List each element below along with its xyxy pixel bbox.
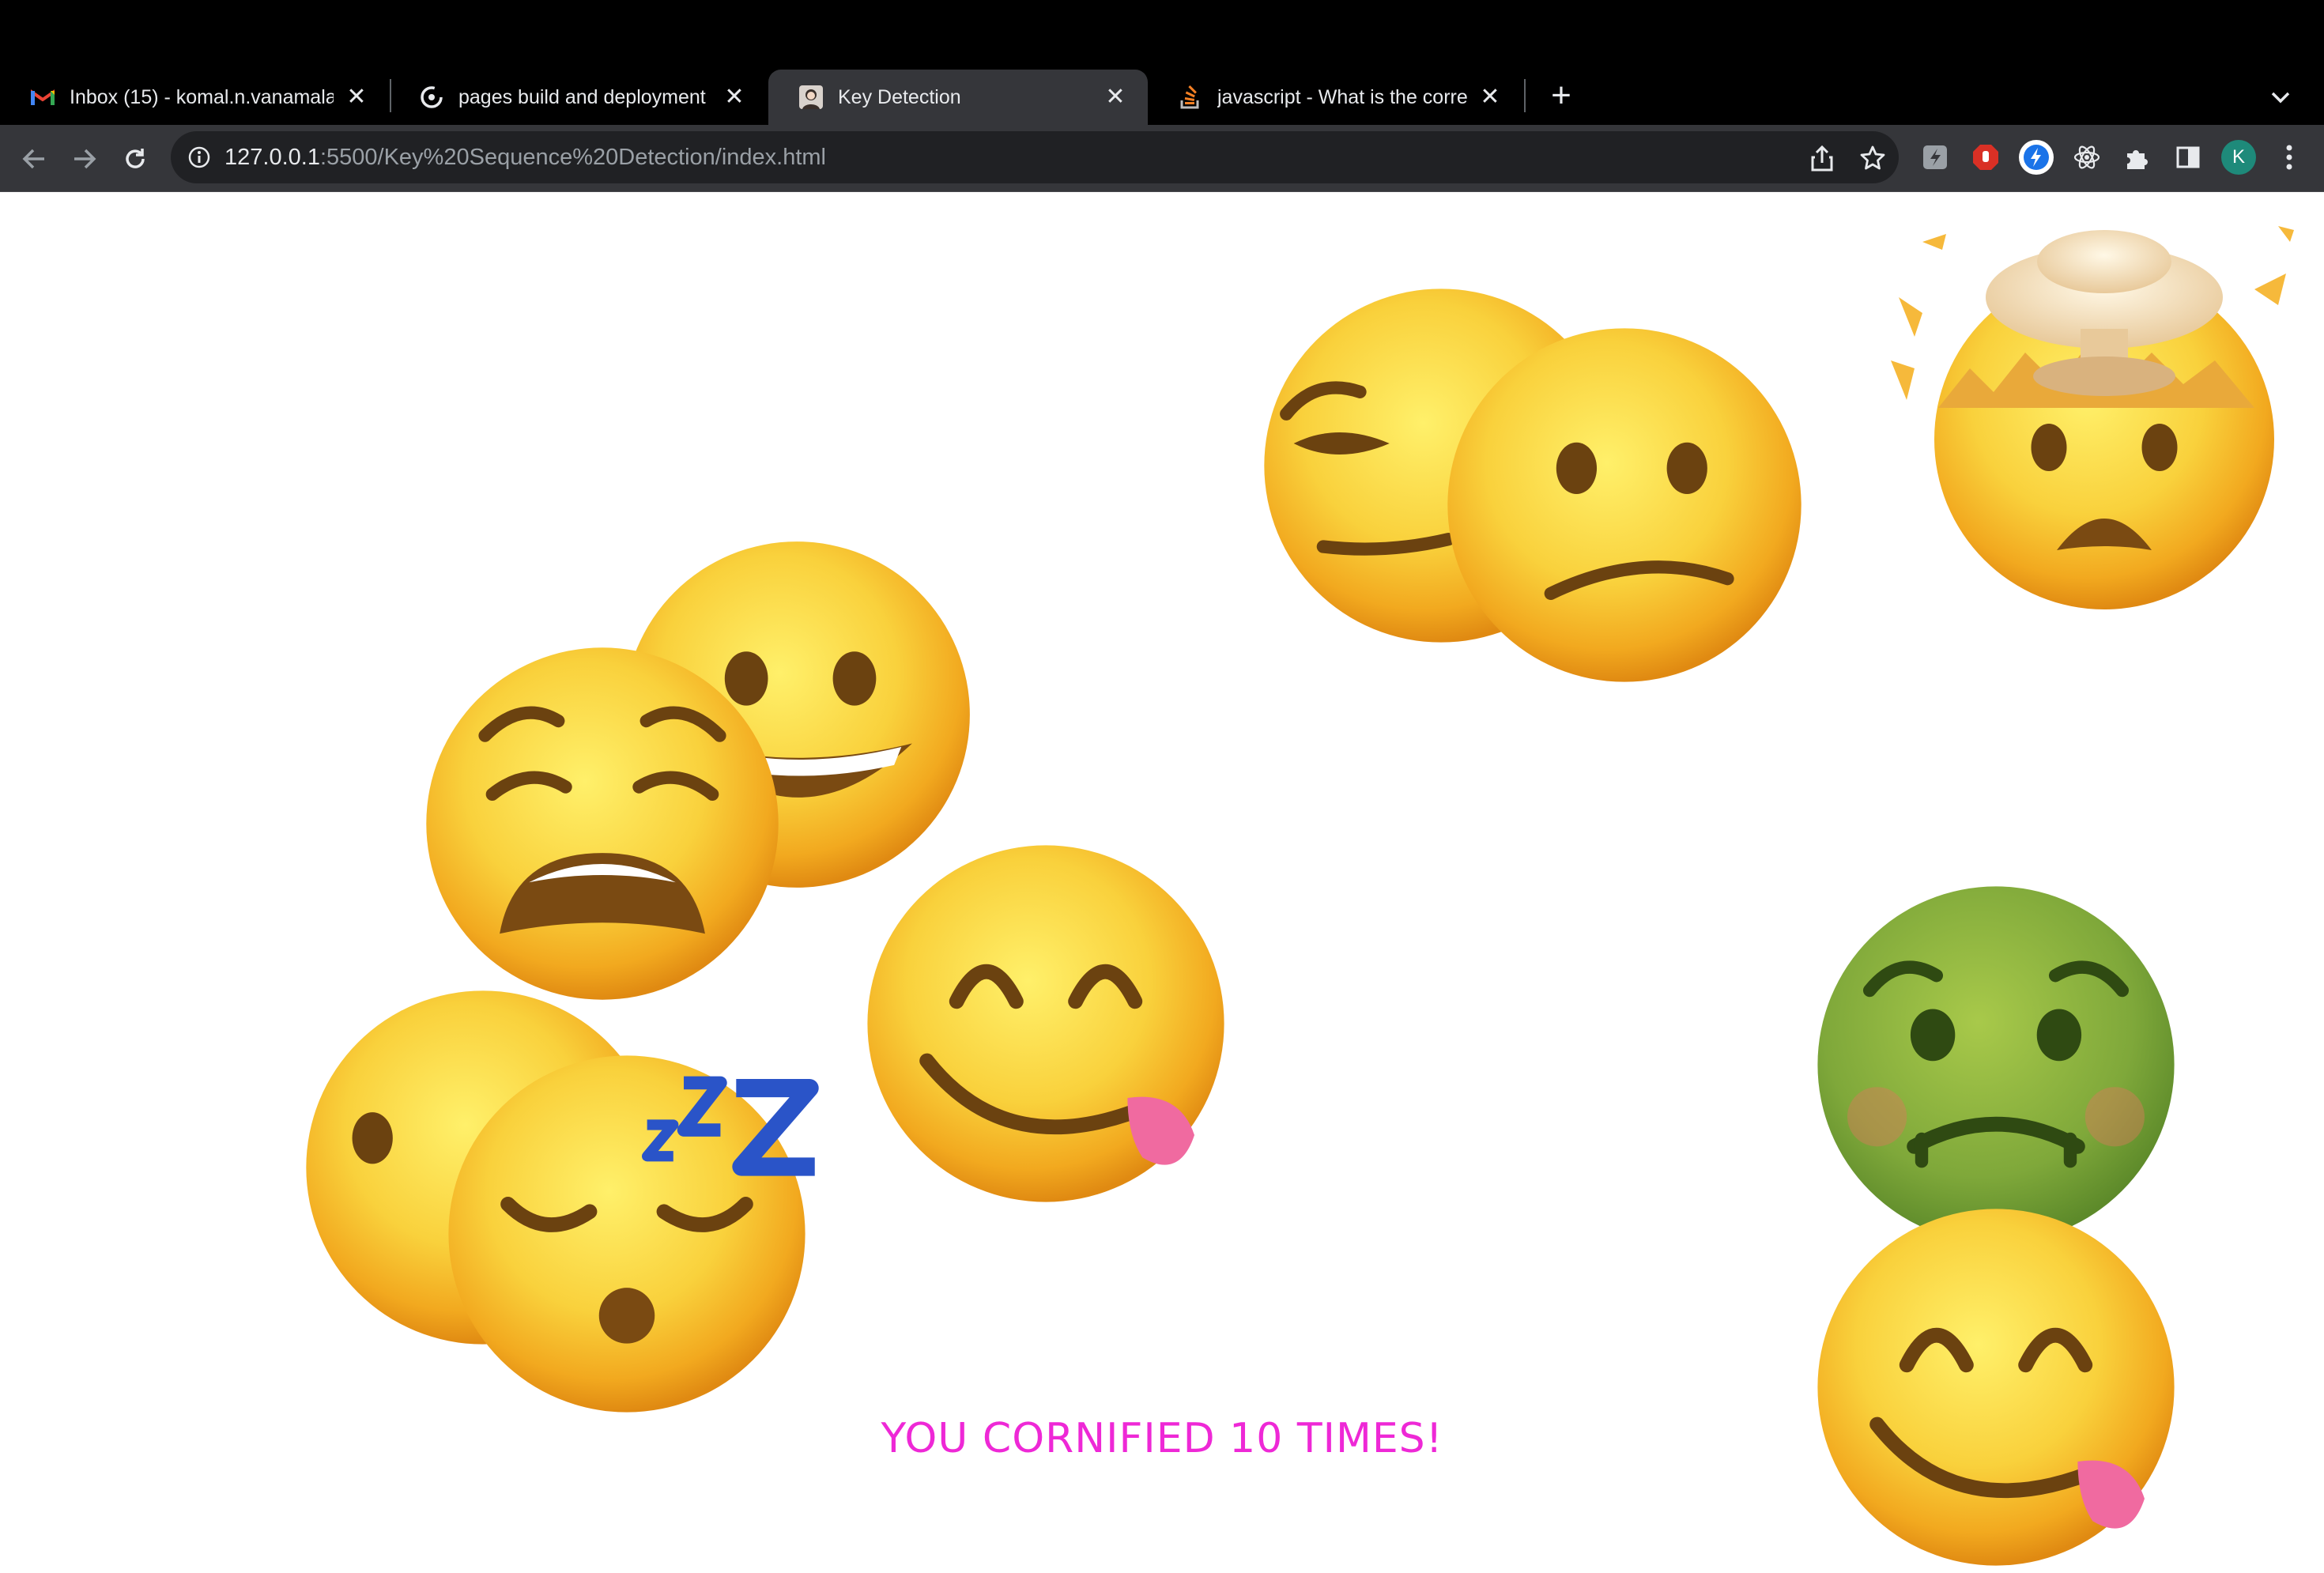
gmail-icon [30, 85, 55, 110]
weary-face-emoji [426, 647, 779, 1000]
confused-face-emoji [1447, 328, 1801, 682]
tab-gmail-inbox[interactable]: Inbox (15) - komal.n.vanamala ✕ [0, 70, 389, 125]
site-info-icon[interactable] [185, 143, 213, 172]
reload-icon[interactable] [115, 139, 155, 179]
yum-face-emoji [867, 845, 1224, 1202]
url-text[interactable]: 127.0.0.1:5500/Key%20Sequence%20Detectio… [224, 144, 826, 171]
yum-face-emoji [1817, 1209, 2175, 1566]
extension-bolt-circle-icon[interactable] [2019, 140, 2054, 175]
extension-stop-hand-icon[interactable] [1968, 140, 2003, 175]
page-avatar-icon [798, 85, 824, 110]
forward-arrow-icon[interactable] [65, 139, 104, 179]
url-host: 127.0.0.1 [224, 145, 320, 170]
tab-title: javascript - What is the correc [1217, 85, 1467, 108]
exploding-head-emoji [1891, 226, 2294, 609]
side-panel-icon[interactable] [2171, 140, 2205, 175]
extensions-puzzle-icon[interactable] [2120, 140, 2155, 175]
extension-grey-bolt-icon[interactable] [1918, 140, 1952, 175]
address-bar[interactable]: 127.0.0.1:5500/Key%20Sequence%20Detectio… [171, 131, 1899, 183]
browser-title-bar [0, 0, 2324, 70]
profile-avatar[interactable]: K [2221, 140, 2256, 175]
tab-stackoverflow[interactable]: javascript - What is the correc ✕ [1148, 70, 1522, 125]
tab-title: Key Detection [838, 85, 961, 108]
cornify-count-message: YOU CORNIFIED 10 TIMES! [881, 1415, 1443, 1462]
zzz-icon [642, 1076, 819, 1176]
tab-title: Inbox (15) - komal.n.vanamala [70, 85, 334, 108]
tab-key-detection[interactable]: Key Detection ✕ [768, 70, 1148, 125]
tab-separator [390, 79, 391, 112]
tab-title: pages build and deployment · [458, 85, 711, 108]
new-tab-button[interactable]: + [1541, 77, 1581, 117]
react-devtools-icon[interactable] [2069, 140, 2104, 175]
share-icon[interactable] [1807, 143, 1837, 173]
tab-close-icon[interactable]: ✕ [1104, 85, 1127, 109]
tab-search-chevron-icon[interactable] [2261, 77, 2300, 117]
nauseated-face-emoji [1817, 886, 2175, 1243]
back-arrow-icon[interactable] [14, 139, 54, 179]
tab-separator [1524, 79, 1526, 112]
tab-github-actions[interactable]: pages build and deployment · ✕ [389, 70, 767, 125]
bookmark-star-icon[interactable] [1858, 143, 1888, 173]
url-path: :5500/Key%20Sequence%20Detection/index.h… [319, 145, 826, 170]
tab-close-icon[interactable]: ✕ [345, 85, 368, 109]
stackoverflow-icon [1178, 85, 1203, 110]
tab-strip: Inbox (15) - komal.n.vanamala ✕ pages bu… [0, 70, 2324, 125]
tab-close-icon[interactable]: ✕ [722, 85, 746, 109]
tab-close-icon[interactable]: ✕ [1478, 85, 1502, 109]
more-menu-icon[interactable] [2272, 140, 2307, 175]
github-icon [419, 85, 444, 110]
